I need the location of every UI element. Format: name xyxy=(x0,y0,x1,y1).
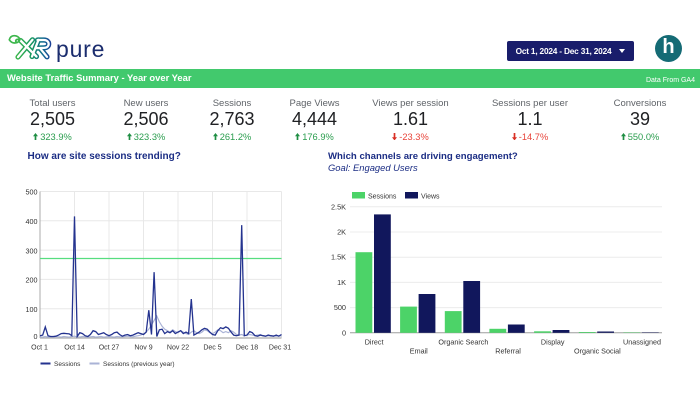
svg-text:300: 300 xyxy=(26,246,38,255)
svg-text:Oct 27: Oct 27 xyxy=(99,345,120,352)
svg-text:1.5K: 1.5K xyxy=(331,253,346,262)
svg-text:2K: 2K xyxy=(337,228,346,237)
svg-text:Nov 22: Nov 22 xyxy=(167,345,189,352)
svg-text:Direct: Direct xyxy=(365,338,384,347)
svg-text:Dec 5: Dec 5 xyxy=(203,345,221,352)
svg-text:0: 0 xyxy=(34,332,38,341)
svg-text:Sessions (previous year): Sessions (previous year) xyxy=(103,361,175,368)
svg-text:pure: pure xyxy=(56,36,105,62)
svg-text:Sessions: Sessions xyxy=(54,361,81,368)
svg-text:Oct 1: Oct 1 xyxy=(31,345,48,352)
svg-text:Oct 14: Oct 14 xyxy=(64,345,85,352)
svg-text:Dec 18: Dec 18 xyxy=(236,345,258,352)
svg-text:0: 0 xyxy=(342,328,346,337)
svg-text:500: 500 xyxy=(26,188,38,197)
svg-text:500: 500 xyxy=(334,303,346,312)
svg-text:Nov 9: Nov 9 xyxy=(134,345,152,352)
svg-text:Unassigned: Unassigned xyxy=(623,338,661,347)
svg-text:Email: Email xyxy=(410,347,428,356)
svg-text:400: 400 xyxy=(26,217,38,226)
svg-text:Organic Social: Organic Social xyxy=(574,347,621,356)
svg-text:2.5K: 2.5K xyxy=(331,202,346,211)
svg-text:Display: Display xyxy=(541,338,565,347)
svg-text:Referral: Referral xyxy=(495,347,521,356)
svg-text:100: 100 xyxy=(26,305,38,314)
svg-text:Views: Views xyxy=(421,193,440,200)
svg-text:Sessions: Sessions xyxy=(368,193,397,200)
svg-text:1K: 1K xyxy=(337,278,346,287)
svg-text:200: 200 xyxy=(26,276,38,285)
svg-text:Organic Search: Organic Search xyxy=(438,338,488,347)
svg-text:Dec 31: Dec 31 xyxy=(269,345,291,352)
